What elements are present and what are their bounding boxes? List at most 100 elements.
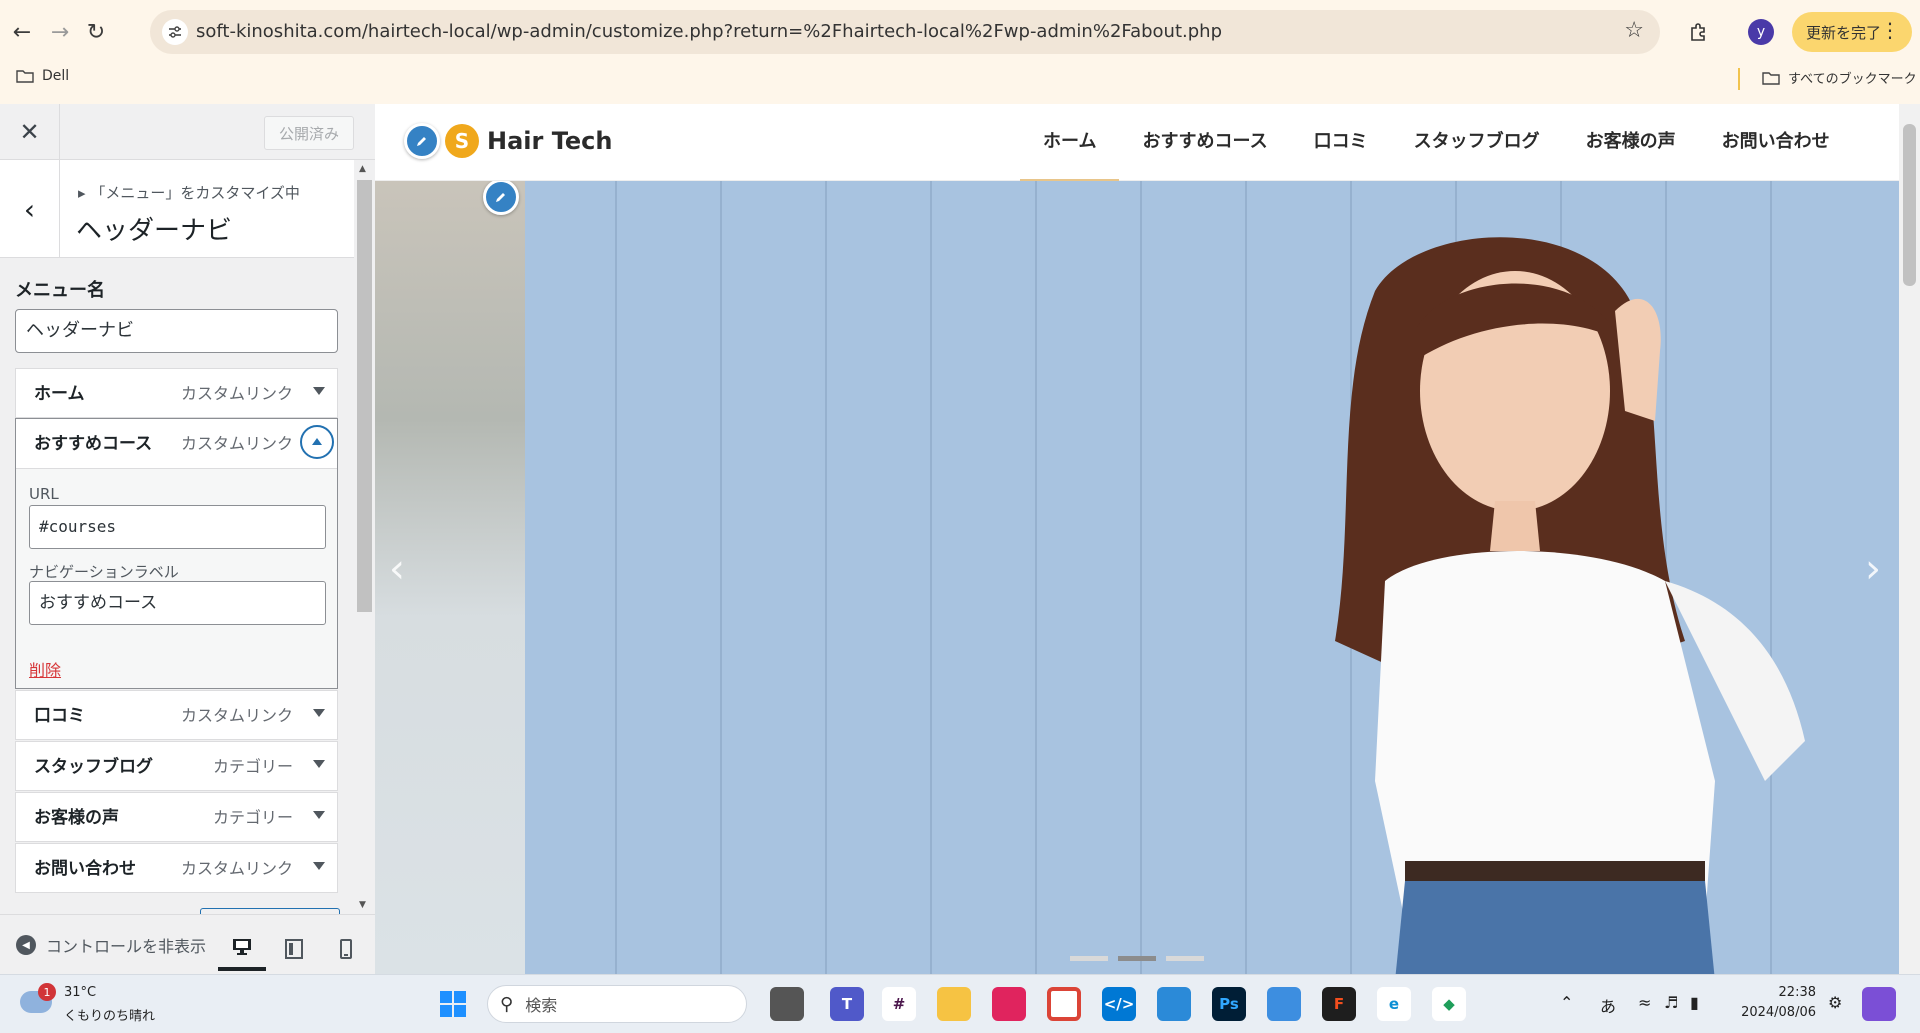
reload-icon[interactable]: ↻: [78, 14, 114, 50]
address-bar[interactable]: soft-kinoshita.com/hairtech-local/wp-adm…: [150, 10, 1660, 54]
desktop-preview-icon[interactable]: [218, 927, 266, 971]
slider-next-icon[interactable]: ›: [1865, 546, 1881, 592]
profile-avatar[interactable]: y: [1748, 19, 1774, 45]
menu-item-staff-blog[interactable]: スタッフブログ カテゴリー: [15, 741, 338, 791]
nav-label-label: ナビゲーションラベル: [29, 563, 179, 581]
caret-down-icon[interactable]: [313, 709, 325, 717]
back-chevron-icon[interactable]: ‹: [0, 160, 60, 258]
photos-icon[interactable]: [1267, 987, 1301, 1021]
menu-item-testimonials[interactable]: お客様の声 カテゴリー: [15, 792, 338, 842]
scroll-down-arrow-icon[interactable]: ▼: [359, 900, 366, 910]
slider-dots: [1070, 956, 1204, 961]
teams-icon[interactable]: T: [830, 987, 864, 1021]
slider-dot[interactable]: [1166, 956, 1204, 961]
battery-icon[interactable]: ▮: [1690, 993, 1699, 1012]
menu-item-type: カテゴリー: [212, 808, 293, 827]
menu-item-type: カスタムリンク: [180, 859, 293, 878]
edit-pencil-icon[interactable]: [404, 123, 440, 159]
nav-contact[interactable]: お問い合わせ: [1699, 104, 1853, 181]
caret-down-icon[interactable]: [313, 811, 325, 819]
menu-name-label: メニュー名: [15, 280, 105, 301]
url-label: URL: [29, 485, 59, 503]
menu-item-type: カテゴリー: [212, 757, 293, 776]
bookmark-dell[interactable]: Dell: [16, 68, 69, 84]
notifications-icon[interactable]: ⚙: [1828, 993, 1842, 1012]
bookmark-bar: Dell すべてのブックマーク: [0, 62, 1920, 96]
ime-indicator[interactable]: あ: [1600, 993, 1616, 1017]
section-header: ‹ ▸ 「メニュー」をカスタマイズ中 ヘッダーナビ: [0, 160, 354, 258]
customizer-panel: ✕ 公開済み ‹ ▸ 「メニュー」をカスタマイズ中 ヘッダーナビ ▲ ▼ メニュ…: [0, 104, 375, 974]
hide-controls-label: コントロールを非表示: [46, 937, 207, 956]
site-logo[interactable]: S Hair Tech: [445, 124, 612, 158]
mobile-preview-icon[interactable]: [322, 927, 370, 971]
collapse-icon: ◀: [16, 935, 36, 955]
published-button[interactable]: 公開済み: [264, 116, 354, 150]
bookmark-all[interactable]: すべてのブックマーク: [1762, 68, 1917, 87]
url-input[interactable]: #courses: [29, 505, 326, 549]
nav-courses[interactable]: おすすめコース: [1119, 104, 1290, 181]
wifi-icon[interactable]: ≈: [1638, 993, 1651, 1012]
logo-text: Hair Tech: [487, 127, 613, 155]
tray-chevron-icon[interactable]: ⌃: [1560, 993, 1573, 1012]
site-settings-icon[interactable]: [162, 19, 188, 45]
caret-down-icon[interactable]: [313, 387, 325, 395]
caret-up-icon[interactable]: [300, 425, 334, 459]
chrome-icon[interactable]: [1047, 987, 1081, 1021]
edge-icon[interactable]: e: [1377, 987, 1411, 1021]
menu-item-type: カスタムリンク: [180, 434, 293, 453]
slider-prev-icon[interactable]: ‹: [389, 546, 405, 592]
app-icon[interactable]: ◆: [1432, 987, 1466, 1021]
customizer-header: ✕ 公開済み: [0, 104, 375, 160]
menu-item-home[interactable]: ホーム カスタムリンク: [15, 368, 338, 418]
creative-cloud-icon[interactable]: [992, 987, 1026, 1021]
customizer-footer: ◀ コントロールを非表示: [0, 914, 375, 974]
extensions-icon[interactable]: [1680, 14, 1716, 50]
update-button[interactable]: 更新を完了 ⋮: [1792, 12, 1912, 52]
section-title: ヘッダーナビ: [76, 216, 233, 246]
vscode-icon[interactable]: </>: [1102, 987, 1136, 1021]
more-menu-icon[interactable]: ⋮: [1880, 18, 1900, 42]
caret-down-icon[interactable]: [313, 760, 325, 768]
hero-slider: ‹ ›: [375, 181, 1899, 974]
preview-scrollbar-thumb[interactable]: [1903, 124, 1916, 286]
slider-dot-active[interactable]: [1118, 956, 1156, 961]
nav-home[interactable]: ホーム: [1020, 104, 1120, 181]
menu-item-title: 口コミ: [34, 706, 85, 726]
menu-item-title: スタッフブログ: [34, 757, 153, 777]
figma-icon[interactable]: F: [1322, 987, 1356, 1021]
menu-item-type: カスタムリンク: [180, 706, 293, 725]
taskbar-search[interactable]: ⚲ 検索: [487, 985, 747, 1023]
clock[interactable]: 22:38 2024/08/06: [1720, 983, 1816, 1023]
nav-reviews[interactable]: 口コミ: [1291, 104, 1391, 181]
url-text[interactable]: soft-kinoshita.com/hairtech-local/wp-adm…: [196, 10, 1222, 54]
back-arrow-icon[interactable]: ←: [4, 14, 40, 50]
menu-item-reviews[interactable]: 口コミ カスタムリンク: [15, 690, 338, 740]
file-explorer-icon[interactable]: [937, 987, 971, 1021]
slack-icon[interactable]: #: [882, 987, 916, 1021]
slider-dot[interactable]: [1070, 956, 1108, 961]
panel-scrollbar-thumb[interactable]: [357, 180, 372, 612]
delete-link[interactable]: 削除: [29, 657, 61, 681]
notepad-icon[interactable]: [1157, 987, 1191, 1021]
tablet-preview-icon[interactable]: [270, 927, 318, 971]
menu-name-input[interactable]: ヘッダーナビ: [15, 309, 338, 353]
windows-start-icon[interactable]: [436, 987, 470, 1021]
copilot-icon[interactable]: [1862, 987, 1896, 1021]
model-photo: [1335, 237, 1805, 974]
nav-label-input[interactable]: おすすめコース: [29, 581, 326, 625]
bookmark-star-icon[interactable]: ☆: [1624, 18, 1644, 43]
notification-badge: 1: [38, 983, 56, 1001]
nav-testimonials[interactable]: お客様の声: [1563, 104, 1699, 181]
task-view-icon[interactable]: [770, 987, 804, 1021]
nav-staff-blog[interactable]: スタッフブログ: [1391, 104, 1563, 181]
caret-down-icon[interactable]: [313, 862, 325, 870]
photoshop-icon[interactable]: Ps: [1212, 987, 1246, 1021]
breadcrumb: ▸ 「メニュー」をカスタマイズ中: [78, 184, 300, 202]
menu-item-contact[interactable]: お問い合わせ カスタムリンク: [15, 843, 338, 893]
close-icon[interactable]: ✕: [0, 104, 60, 160]
hide-controls-button[interactable]: ◀ コントロールを非表示: [16, 933, 206, 957]
volume-icon[interactable]: ♬: [1664, 993, 1678, 1012]
scroll-up-arrow-icon[interactable]: ▲: [359, 164, 366, 174]
menu-item-courses-bar[interactable]: おすすめコース カスタムリンク: [16, 419, 337, 469]
forward-arrow-icon[interactable]: →: [42, 14, 78, 50]
